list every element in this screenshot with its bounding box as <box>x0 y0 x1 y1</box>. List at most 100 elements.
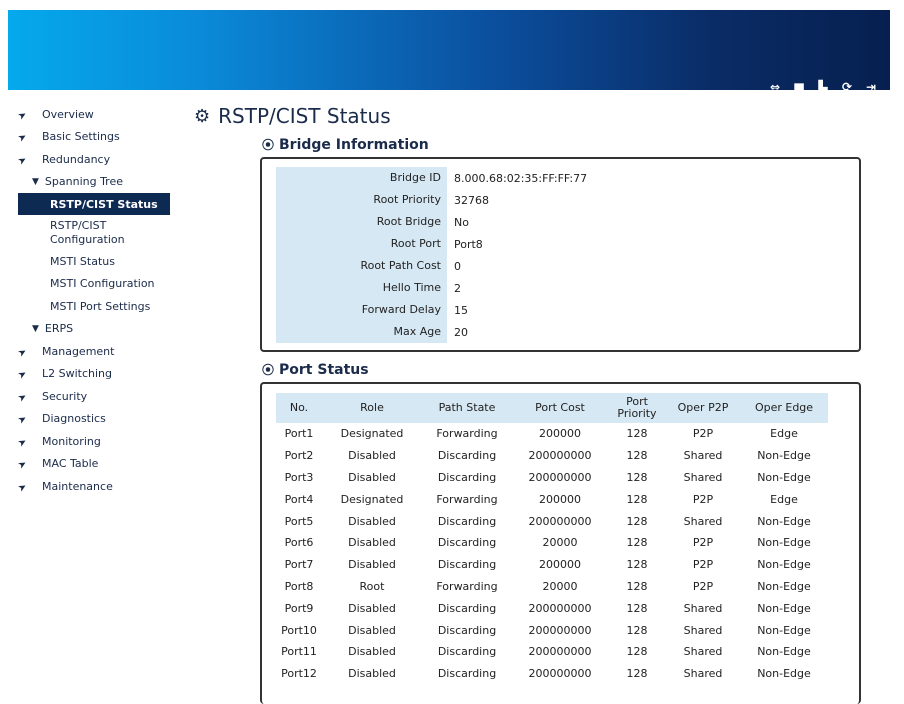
table-cell: Discarding <box>437 645 497 659</box>
table-cell: P2P <box>692 492 714 506</box>
table-cell: Discarding <box>437 449 497 463</box>
column-header: Port Priority <box>608 393 666 423</box>
bridge-info-row: Root Bridge No <box>276 211 587 233</box>
map-marker-icon: ⦿ <box>262 363 275 377</box>
table-cell: Non-Edge <box>757 558 811 572</box>
table-cell: Disabled <box>348 623 396 637</box>
table-cell: Disabled <box>348 645 396 659</box>
table-cell: Root <box>359 579 385 593</box>
table-row: Port3 Disabled Discarding 200000000 128 Share… <box>276 467 828 489</box>
table-cell: Port10 <box>281 623 317 637</box>
paper-plane-icon: ➤ <box>16 480 29 495</box>
table-cell: Disabled <box>348 514 396 528</box>
save-icon[interactable]: ▆ <box>790 78 808 96</box>
header-banner: ⇔ ▆ ▙ ⟳ ⇥ <box>8 10 890 94</box>
table-cell: Port6 <box>284 536 314 550</box>
sidebar-item-basic-settings[interactable]: ➤ Basic Settings <box>12 126 170 149</box>
table-cell: 128 <box>626 536 648 550</box>
port-status-rows: Port1 Designated Forwarding 200000 128 P2P Edg… <box>276 423 828 685</box>
table-cell: Shared <box>683 470 723 484</box>
paper-plane-icon: ➤ <box>16 413 29 428</box>
table-cell: Forwarding <box>436 427 498 441</box>
table-cell: 200000 <box>539 492 581 506</box>
table-cell: Discarding <box>437 601 497 615</box>
sidebar-item-diagnostics[interactable]: ➤ Diagnostics <box>12 408 170 431</box>
chevron-down-icon: ▼ <box>32 176 39 187</box>
table-cell: 200000 <box>539 427 581 441</box>
sidebar-item-overview[interactable]: ➤ Overview <box>12 103 170 126</box>
table-cell: Non-Edge <box>757 645 811 659</box>
table-cell: Designated <box>340 427 404 441</box>
table-row: Port10 Disabled Discarding 200000000 128 Shar… <box>276 619 828 641</box>
table-cell: Port7 <box>284 558 314 572</box>
chevron-down-icon: ▼ <box>32 323 39 334</box>
table-cell: Port4 <box>284 492 314 506</box>
sidebar-item-msti-configuration[interactable]: MSTI Configuration <box>12 273 170 296</box>
table-row: Port2 Disabled Discarding 200000000 128 Share… <box>276 445 828 467</box>
table-cell: Edge <box>770 427 798 441</box>
table-cell: 200000000 <box>528 470 592 484</box>
refresh-icon[interactable]: ⟳ <box>838 78 856 96</box>
bridge-info-row: Root Path Cost 0 <box>276 255 587 277</box>
table-cell: Non-Edge <box>757 470 811 484</box>
sidebar-item-rstp-cist-status[interactable]: RSTP/CIST Status <box>18 193 170 215</box>
column-header: Oper Edge <box>740 393 828 423</box>
sidebar-item-msti-status[interactable]: MSTI Status <box>12 250 170 273</box>
bridge-info-row: Max Age 20 <box>276 321 587 343</box>
sidebar-item-spanning-tree[interactable]: ▼ Spanning Tree <box>12 171 170 194</box>
paper-plane-icon: ➤ <box>16 345 29 360</box>
table-cell: 200000000 <box>528 601 592 615</box>
table-row: Port6 Disabled Discarding 20000 128 P2P Non-Ed… <box>276 532 828 554</box>
sidebar-item-mac-table[interactable]: ➤ MAC Table <box>12 453 170 476</box>
logout-icon[interactable]: ⇥ <box>862 78 880 96</box>
table-cell: Shared <box>683 514 723 528</box>
table-cell: P2P <box>692 536 714 550</box>
port-status-heading: ⦿ Port Status <box>262 361 369 378</box>
table-cell: 200000000 <box>528 623 592 637</box>
table-cell: Non-Edge <box>757 579 811 593</box>
table-cell: 128 <box>626 492 648 506</box>
bridge-info-table: Bridge ID 8.000.68:02:35:FF:FF:77 Root Pr… <box>276 167 587 343</box>
link-icon[interactable]: ⇔ <box>766 78 784 96</box>
map-marker-icon: ⦿ <box>262 138 275 152</box>
sidebar-item-management[interactable]: ➤ Management <box>12 340 170 363</box>
column-header: Port Cost <box>512 393 608 423</box>
sidebar: ➤ Overview ➤ Basic Settings ➤ Redundancy ▼ S… <box>12 103 170 498</box>
table-row: Port7 Disabled Discarding 200000 128 P2P Non-E… <box>276 554 828 576</box>
column-header: Role <box>322 393 422 423</box>
page-title: ⚙ RSTP/CIST Status <box>194 104 391 128</box>
sidebar-item-l2-switching[interactable]: ➤ L2 Switching <box>12 363 170 386</box>
sidebar-item-security[interactable]: ➤ Security <box>12 385 170 408</box>
save-clear-icon[interactable]: ▙ <box>814 78 832 96</box>
table-cell: 128 <box>626 449 648 463</box>
table-cell: Designated <box>340 492 404 506</box>
table-cell: Shared <box>683 601 723 615</box>
sidebar-item-redundancy[interactable]: ➤ Redundancy <box>12 148 170 171</box>
sidebar-item-msti-port-settings[interactable]: MSTI Port Settings <box>12 295 170 318</box>
table-cell: Port11 <box>281 645 317 659</box>
table-cell: Shared <box>683 645 723 659</box>
table-cell: 20000 <box>542 579 578 593</box>
table-cell: Non-Edge <box>757 667 811 681</box>
sidebar-item-rstp-cist-configuration[interactable]: RSTP/CIST Configuration <box>12 215 170 250</box>
table-cell: Discarding <box>437 623 497 637</box>
bridge-info-row: Forward Delay 15 <box>276 299 587 321</box>
paper-plane-icon: ➤ <box>16 435 29 450</box>
paper-plane-icon: ➤ <box>16 458 29 473</box>
bridge-info-row: Root Priority 32768 <box>276 189 587 211</box>
table-cell: Non-Edge <box>757 449 811 463</box>
table-cell: Disabled <box>348 601 396 615</box>
table-cell: Port12 <box>281 667 317 681</box>
sidebar-item-erps[interactable]: ▼ ERPS <box>12 318 170 341</box>
table-row: Port12 Disabled Discarding 200000000 128 Shar… <box>276 663 828 685</box>
table-cell: Disabled <box>348 558 396 572</box>
table-cell: Non-Edge <box>757 536 811 550</box>
table-cell: Disabled <box>348 449 396 463</box>
bridge-info-panel: Bridge ID 8.000.68:02:35:FF:FF:77 Root Pr… <box>260 157 861 352</box>
table-cell: Port8 <box>284 579 314 593</box>
sidebar-item-maintenance[interactable]: ➤ Maintenance <box>12 475 170 498</box>
sidebar-item-monitoring[interactable]: ➤ Monitoring <box>12 430 170 453</box>
table-cell: 128 <box>626 667 648 681</box>
bridge-info-heading: ⦿ Bridge Information <box>262 136 429 153</box>
port-status-panel: No. Role Path State Port Cost Port Prior… <box>260 382 861 704</box>
